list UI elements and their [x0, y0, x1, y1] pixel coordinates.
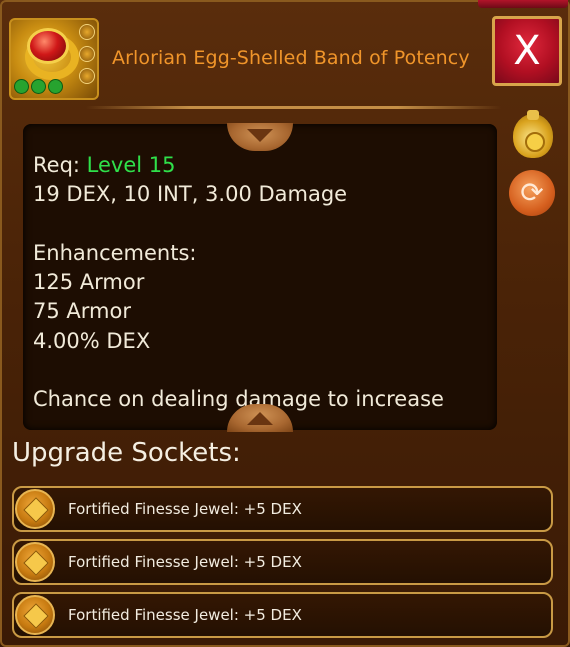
- stats-line: 19 DEX, 10 INT, 3.00 Damage: [33, 182, 348, 207]
- jewel-shape: [23, 603, 49, 629]
- swap-arrows-icon[interactable]: ⟳: [509, 170, 555, 216]
- pouch-knot: [527, 110, 539, 120]
- jewel-shape: [23, 497, 49, 523]
- rarity-pip: [48, 79, 63, 94]
- socket-label: Fortified Finesse Jewel: +5 DEX: [68, 553, 302, 571]
- chevron-down-icon: [247, 129, 273, 142]
- ring-icon: [9, 18, 99, 100]
- mini-socket-icon: [79, 68, 95, 84]
- enhancement-line: 125 Armor: [33, 270, 145, 295]
- ring-gem-shape: [27, 28, 69, 64]
- socket-label: Fortified Finesse Jewel: +5 DEX: [68, 500, 302, 518]
- description-text: Req: Level 15 19 DEX, 10 INT, 3.00 Damag…: [33, 151, 487, 415]
- rarity-pips: [14, 79, 63, 94]
- enhancements-heading: Enhancements:: [33, 240, 197, 265]
- socket-row[interactable]: Fortified Finesse Jewel: +5 DEX: [12, 592, 553, 638]
- description-panel[interactable]: Req: Level 15 19 DEX, 10 INT, 3.00 Damag…: [23, 124, 497, 430]
- jewel-socket-icon: [15, 542, 55, 582]
- socket-row[interactable]: Fortified Finesse Jewel: +5 DEX: [12, 539, 553, 585]
- rarity-pip: [14, 79, 29, 94]
- requirement-level: Level 15: [86, 153, 176, 177]
- top-edge-decoration: [478, 0, 568, 8]
- header-divider: [86, 106, 501, 109]
- gold-pouch-icon[interactable]: [513, 110, 553, 158]
- socket-row[interactable]: Fortified Finesse Jewel: +5 DEX: [12, 486, 553, 532]
- socket-label: Fortified Finesse Jewel: +5 DEX: [68, 606, 302, 624]
- upgrade-sockets-heading: Upgrade Sockets:: [12, 438, 241, 468]
- jewel-socket-icon: [15, 489, 55, 529]
- chevron-up-icon: [247, 412, 273, 425]
- item-title: Arlorian Egg-Shelled Band of Potency: [112, 47, 470, 69]
- coin-icon: [525, 132, 545, 152]
- requirement-prefix: Req:: [33, 153, 87, 177]
- requirement-line: Req: Level 15: [33, 151, 487, 180]
- enhancement-line: 4.00% DEX: [33, 328, 151, 353]
- close-button[interactable]: X: [492, 16, 562, 86]
- enhancement-line: 75 Armor: [33, 299, 131, 324]
- rarity-pip: [31, 79, 46, 94]
- mini-socket-icon: [79, 24, 95, 40]
- mini-socket-column: [79, 24, 95, 90]
- jewel-socket-icon: [15, 595, 55, 635]
- jewel-shape: [23, 550, 49, 576]
- mini-socket-icon: [79, 46, 95, 62]
